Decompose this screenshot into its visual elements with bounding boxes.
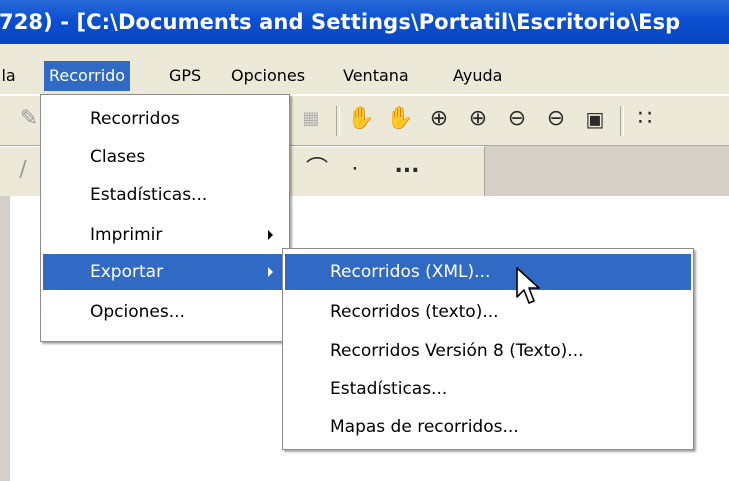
zoom-in-icon[interactable]: ⊕	[424, 104, 454, 134]
mouse-pointer-icon	[516, 267, 540, 304]
menu-option-label: Recorridos	[90, 109, 180, 129]
more-tools-button[interactable]: ...	[392, 151, 422, 181]
toolbar-empty-area	[485, 146, 729, 196]
menu-option-opciones[interactable]: Opciones...	[43, 294, 287, 330]
toolbar-separator	[336, 106, 340, 136]
zoom-out-icon[interactable]: ⊖	[502, 104, 532, 134]
polyline-icon[interactable]: ⌒	[302, 155, 332, 185]
toolbar-separator	[620, 106, 624, 136]
submenu-arrow-icon	[268, 230, 273, 240]
exportar-submenu: Recorridos (XML)... Recorridos (texto)..…	[282, 248, 694, 450]
menu-option-label: Mapas de recorridos...	[330, 417, 519, 437]
grid-table-icon[interactable]: ▦	[296, 104, 326, 134]
zoom-in-all-icon[interactable]: ⊕	[463, 104, 493, 134]
menu-option-exportar[interactable]: Exportar	[43, 254, 287, 290]
menu-option-label: Estadísticas...	[90, 185, 208, 205]
menu-option-label: Recorridos Versión 8 (Texto)...	[330, 341, 584, 361]
menu-option-imprimir[interactable]: Imprimir	[43, 217, 287, 253]
recorrido-menu: Recorridos Clases Estadísticas... Imprim…	[40, 94, 290, 342]
menu-option-label: Recorridos (XML)...	[330, 262, 491, 282]
menu-option-label: Imprimir	[90, 225, 163, 245]
zoom-window-icon[interactable]: ▣	[580, 104, 610, 134]
menu-option-label: Estadísticas...	[330, 379, 448, 399]
menu-option-label: Exportar	[90, 262, 164, 282]
submenu-arrow-icon	[268, 267, 273, 277]
menu-option-recorridos[interactable]: Recorridos	[43, 101, 287, 137]
menu-bar: lla Recorrido GPS Opciones Ventana Ayuda	[0, 44, 729, 95]
menu-option-label: Recorridos (texto)...	[330, 302, 499, 322]
menu-item-opciones[interactable]: Opciones	[226, 61, 310, 91]
menu-option-label: Opciones...	[90, 302, 185, 322]
menu-item-recorrido[interactable]: Recorrido	[44, 61, 131, 91]
draw-line-icon[interactable]: ∕	[8, 155, 38, 185]
window-title-bar[interactable]: 728) - [C:\Documents and Settings\Portat…	[0, 0, 729, 44]
menu-option-label: Clases	[90, 147, 146, 167]
menu-option-mapas-recorridos[interactable]: Mapas de recorridos...	[285, 409, 691, 445]
window-title: 728) - [C:\Documents and Settings\Portat…	[0, 10, 681, 34]
menu-option-estadisticas-export[interactable]: Estadísticas...	[285, 371, 691, 407]
polyline-points-icon[interactable]: ⋅	[340, 155, 370, 185]
menu-option-recorridos-xml[interactable]: Recorridos (XML)...	[285, 254, 691, 290]
hand-pan-all-icon[interactable]: ✋	[385, 104, 415, 134]
menu-item-pantalla[interactable]: lla	[0, 61, 21, 91]
window-frame-left	[0, 196, 10, 481]
hand-pan-icon[interactable]: ✋	[346, 104, 376, 134]
zoom-previous-icon[interactable]: ⊖	[541, 104, 571, 134]
menu-option-recorridos-texto[interactable]: Recorridos (texto)...	[285, 294, 691, 330]
menu-item-ventana[interactable]: Ventana	[338, 61, 414, 91]
menu-item-ayuda[interactable]: Ayuda	[448, 61, 507, 91]
grid-crosshair-icon[interactable]: ∷	[630, 104, 660, 134]
menu-option-clases[interactable]: Clases	[43, 139, 287, 175]
menu-option-estadisticas[interactable]: Estadísticas...	[43, 177, 287, 213]
menu-item-gps[interactable]: GPS	[164, 61, 206, 91]
menu-option-recorridos-version8[interactable]: Recorridos Versión 8 (Texto)...	[285, 333, 691, 369]
